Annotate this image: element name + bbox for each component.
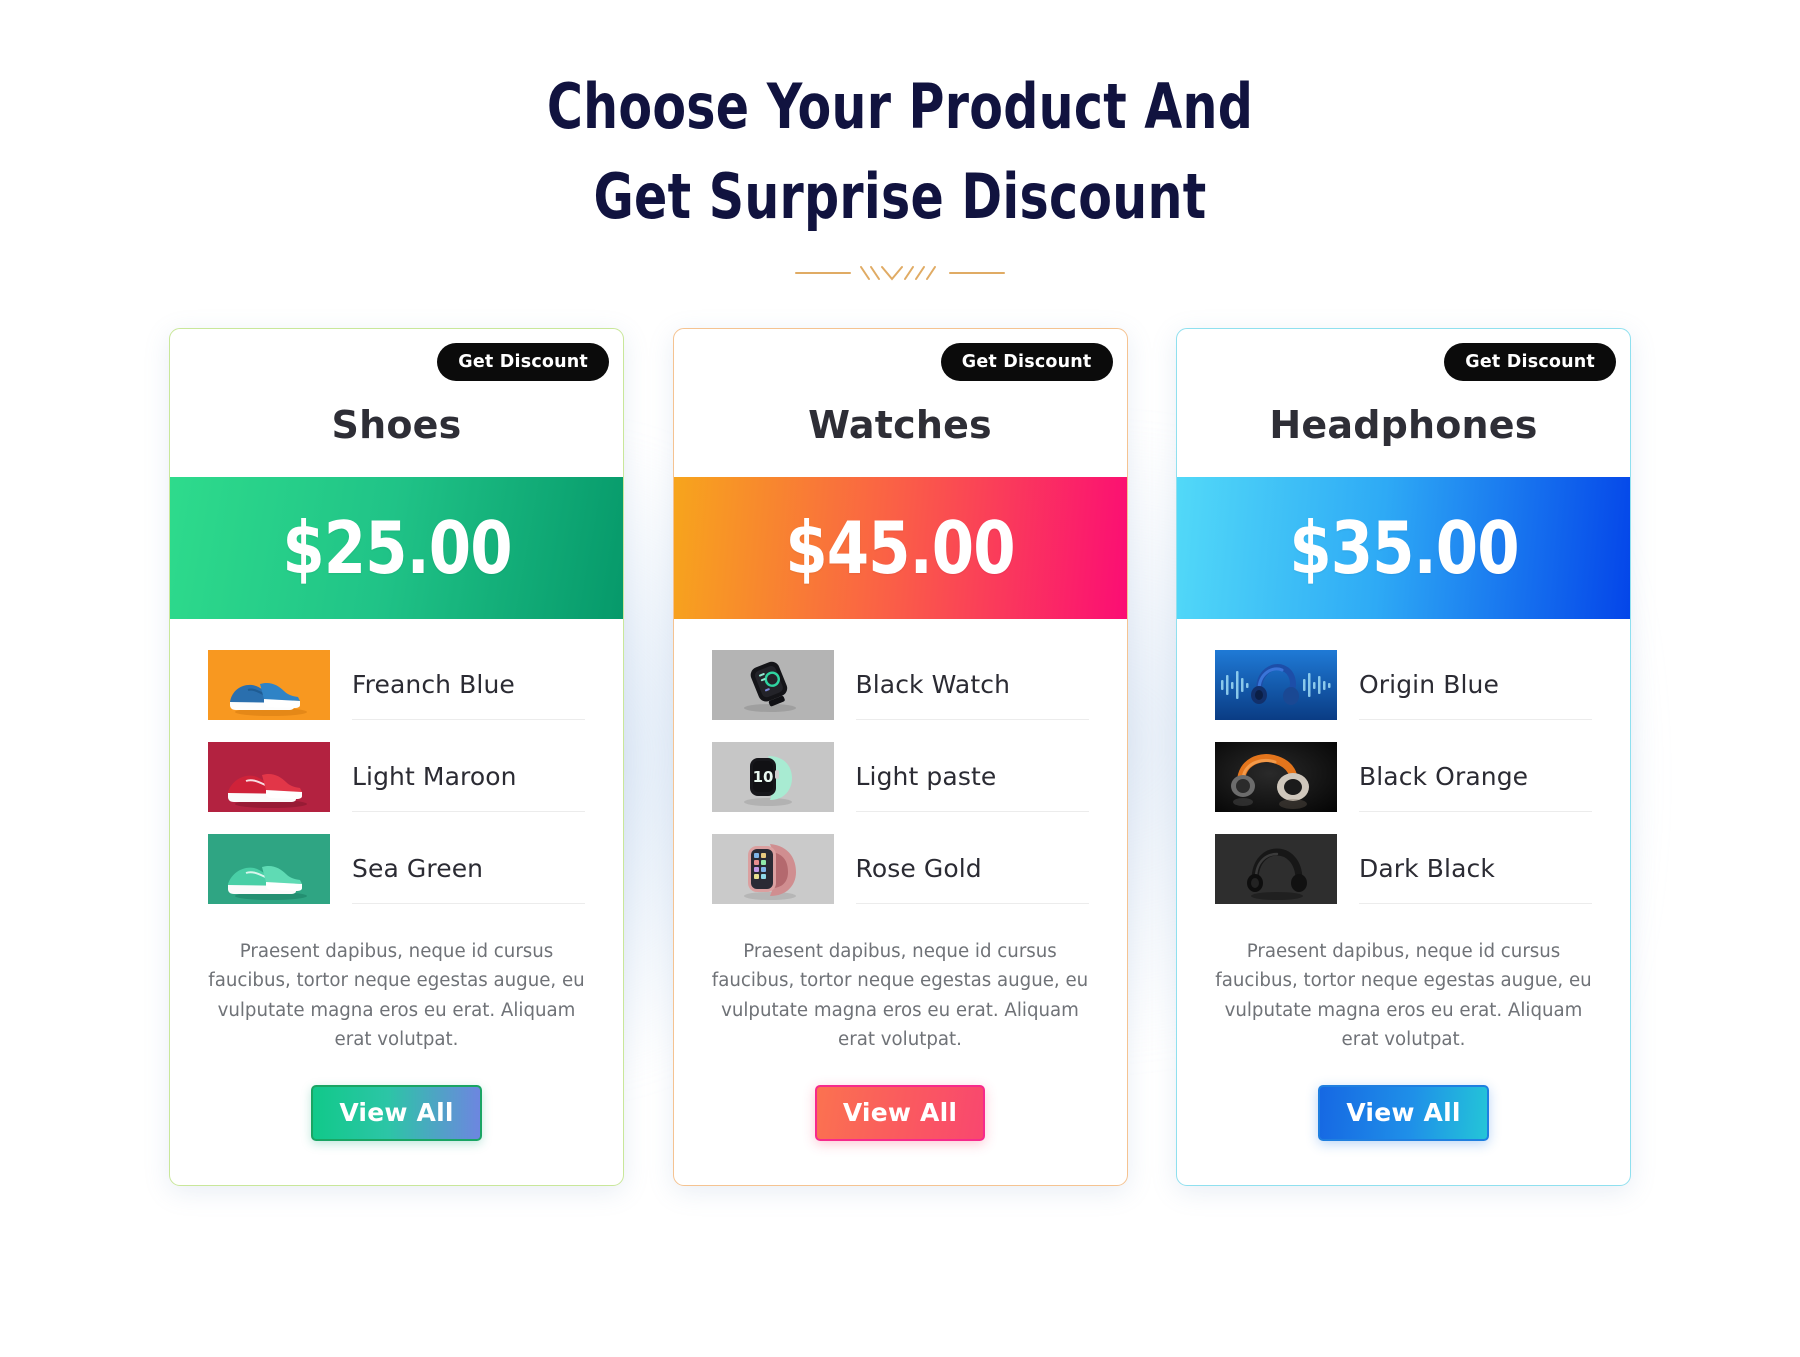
list-item-meta: Black Orange xyxy=(1359,742,1592,812)
thumbnail-wrap xyxy=(711,833,834,904)
card-title: Shoes xyxy=(331,402,462,447)
thumbnail-wrap xyxy=(208,741,330,812)
product-list: Black Watch 10 Light paste Rose Gold xyxy=(674,619,1127,915)
sneaker-thumb-red-on-crimson-icon xyxy=(208,741,330,812)
list-item-meta: Dark Black xyxy=(1359,834,1592,904)
list-item[interactable]: Origin Blue xyxy=(1215,639,1592,731)
thumbnail-wrap: 10 xyxy=(711,741,834,812)
card-footer: View All xyxy=(1177,1055,1630,1185)
list-item[interactable]: Sea Green xyxy=(208,823,585,915)
page-title-line-2: Get Surprise Discount xyxy=(593,159,1207,233)
thumbnail-wrap xyxy=(1215,741,1337,812)
list-item-meta: Light Maroon xyxy=(352,742,585,812)
headphones-thumb-blue-waveform-icon xyxy=(1215,649,1337,720)
price-band: $45.00 xyxy=(673,476,1127,619)
product-name: Black Orange xyxy=(1359,761,1529,791)
product-name: Freanch Blue xyxy=(352,669,515,699)
product-name: Black Watch xyxy=(855,669,1011,699)
product-card-shoes[interactable]: Get Discount Shoes $25.00 Freanch Blue L… xyxy=(169,327,624,1186)
card-description: Praesent dapibus, neque id cursus faucib… xyxy=(208,940,585,1051)
list-item-meta: Black Watch xyxy=(855,650,1089,720)
headphones-thumb-black-orange-icon xyxy=(1215,741,1337,812)
product-name: Dark Black xyxy=(1359,853,1495,883)
product-card-headphones[interactable]: Get Discount Headphones $35.00 Origin Bl… xyxy=(1176,327,1631,1186)
product-card-watches[interactable]: Get Discount Watches $45.00 Black Watch … xyxy=(672,327,1128,1186)
price-value: $25.00 xyxy=(281,505,512,590)
card-footer: View All xyxy=(170,1055,623,1185)
product-name: Sea Green xyxy=(352,853,484,883)
get-discount-badge[interactable]: Get Discount xyxy=(1444,342,1616,381)
list-item-meta: Sea Green xyxy=(352,834,585,904)
divider-bar-right xyxy=(949,271,1005,274)
thumbnail-wrap xyxy=(711,649,834,720)
product-name: Rose Gold xyxy=(855,853,982,883)
view-all-button[interactable]: View All xyxy=(311,1084,482,1141)
svg-text:10: 10 xyxy=(752,768,773,786)
list-item[interactable]: Dark Black xyxy=(1215,823,1592,915)
price-band: $35.00 xyxy=(1177,476,1630,619)
smartwatch-thumb-black-on-gray-icon xyxy=(711,649,834,720)
view-all-button[interactable]: View All xyxy=(814,1084,986,1141)
zigzag-chevron-icon xyxy=(860,265,936,281)
list-item-meta: Origin Blue xyxy=(1359,650,1592,720)
thumbnail-wrap xyxy=(1215,833,1337,904)
list-item-meta: Freanch Blue xyxy=(352,650,585,720)
get-discount-badge[interactable]: Get Discount xyxy=(940,342,1113,381)
headphones-thumb-dark-black-icon xyxy=(1215,833,1337,904)
pricing-card-row: Get Discount Shoes $25.00 Freanch Blue L… xyxy=(169,327,1631,1186)
view-all-button[interactable]: View All xyxy=(1318,1084,1489,1141)
product-name: Light Maroon xyxy=(352,761,517,791)
smartwatch-thumb-mint-on-gray-icon: 10 xyxy=(711,741,834,812)
page-title-line-1: Choose Your Product And xyxy=(546,70,1254,143)
list-item[interactable]: Light Maroon xyxy=(208,731,585,823)
product-name: Light paste xyxy=(855,761,997,791)
card-title: Headphones xyxy=(1269,402,1538,447)
heading-divider-ornament xyxy=(794,260,1006,286)
card-title: Watches xyxy=(808,402,992,447)
divider-bar-left xyxy=(795,271,851,274)
list-item[interactable]: Rose Gold xyxy=(711,823,1089,915)
product-name: Origin Blue xyxy=(1359,669,1499,699)
card-footer: View All xyxy=(674,1055,1127,1185)
list-item-meta: Light paste xyxy=(855,742,1089,812)
price-value: $45.00 xyxy=(785,505,1015,590)
list-item-meta: Rose Gold xyxy=(855,834,1089,904)
thumbnail-wrap xyxy=(208,649,330,720)
section-heading: Choose Your Product And Get Surprise Dis… xyxy=(0,0,1800,286)
sneaker-thumb-blue-on-orange-icon xyxy=(208,649,330,720)
thumbnail-wrap xyxy=(208,833,330,904)
smartwatch-thumb-rosegold-on-gray-icon xyxy=(711,833,834,904)
price-band: $25.00 xyxy=(170,476,623,619)
card-description: Praesent dapibus, neque id cursus faucib… xyxy=(1215,940,1592,1051)
list-item[interactable]: Black Watch xyxy=(711,639,1089,731)
list-item[interactable]: Black Orange xyxy=(1215,731,1592,823)
list-item[interactable]: Freanch Blue xyxy=(208,639,585,731)
page-title: Choose Your Product And Get Surprise Dis… xyxy=(108,62,1692,242)
page-root: Choose Your Product And Get Surprise Dis… xyxy=(0,0,1800,1357)
product-list: Freanch Blue Light Maroon Sea Green xyxy=(170,619,623,915)
sneaker-thumb-teal-on-green-icon xyxy=(208,833,330,904)
product-list: Origin Blue Black Orange Dark Black xyxy=(1177,619,1630,915)
get-discount-badge[interactable]: Get Discount xyxy=(437,342,609,381)
price-value: $35.00 xyxy=(1288,505,1519,590)
card-description: Praesent dapibus, neque id cursus faucib… xyxy=(711,940,1089,1051)
list-item[interactable]: 10 Light paste xyxy=(711,731,1089,823)
thumbnail-wrap xyxy=(1215,649,1337,720)
